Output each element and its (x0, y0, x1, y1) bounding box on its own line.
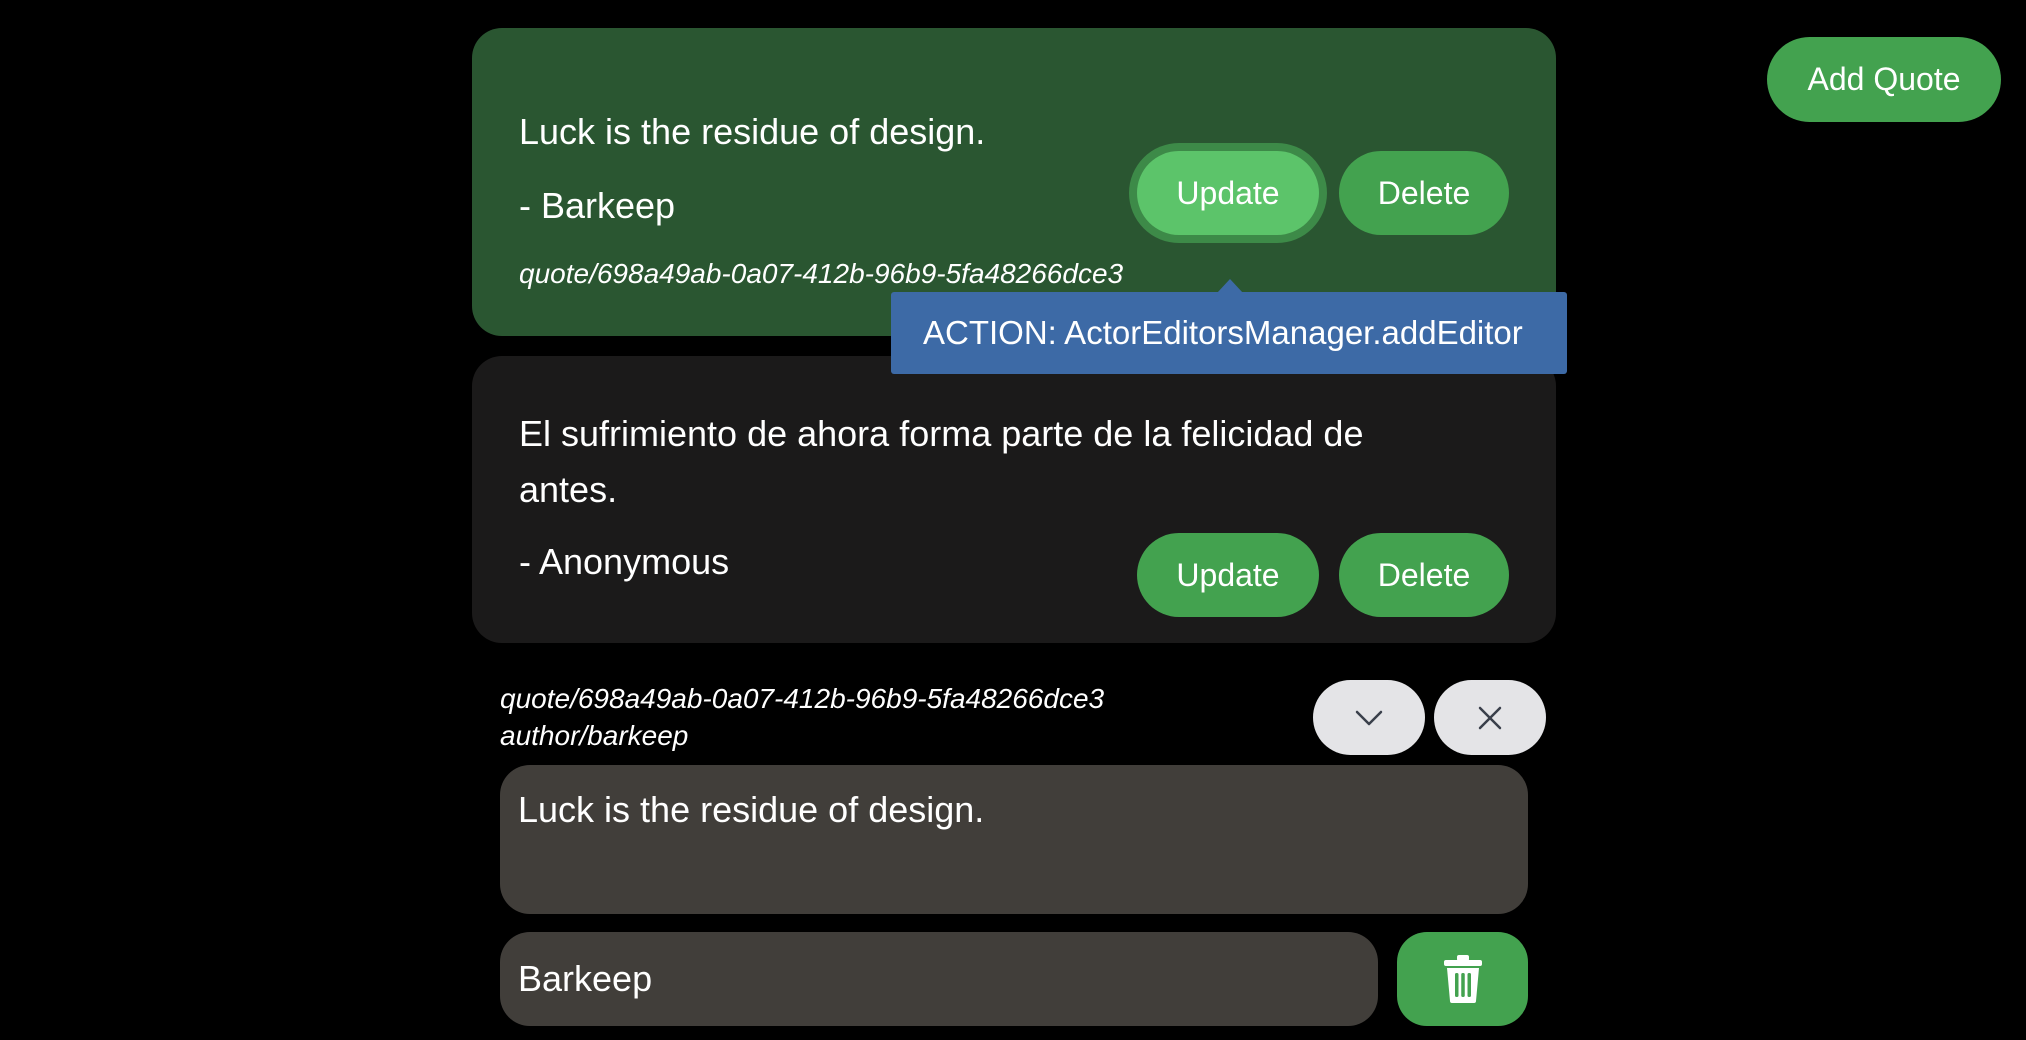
quote-card-selected[interactable]: Luck is the residue of design. - Barkeep… (472, 28, 1556, 336)
page: Add Quote Luck is the residue of design.… (0, 0, 2026, 1040)
close-button[interactable] (1434, 680, 1546, 755)
quote-id: quote/698a49ab-0a07-412b-96b9-5fa48266dc… (519, 258, 1124, 289)
quote-text: Luck is the residue of design. (519, 111, 986, 152)
quote-author: - Anonymous (519, 541, 730, 582)
quote-author: - Barkeep (519, 185, 676, 226)
tooltip-arrow (1217, 279, 1243, 293)
quote-card[interactable]: El sufrimiento de ahora forma parte de l… (472, 356, 1556, 643)
add-quote-button[interactable]: Add Quote (1767, 37, 2001, 122)
quote-text-input[interactable]: Luck is the residue of design. (500, 765, 1528, 914)
author-input[interactable]: Barkeep (500, 932, 1378, 1026)
collapse-button[interactable] (1313, 680, 1425, 755)
delete-button[interactable]: Delete (1339, 151, 1509, 235)
tooltip-text: ACTION: ActorEditorsManager.addEditor (923, 314, 1523, 351)
editor-meta: quote/698a49ab-0a07-412b-96b9-5fa48266dc… (500, 680, 1104, 754)
quote-text: El sufrimiento de ahora forma parte de l… (519, 413, 1364, 510)
editor-author-path: author/barkeep (500, 720, 689, 751)
quote-text-value: Luck is the residue of design. (518, 789, 985, 830)
trash-icon (1443, 955, 1482, 1003)
chevron-down-icon (1355, 710, 1383, 725)
delete-author-button[interactable] (1397, 932, 1528, 1026)
action-tooltip: ACTION: ActorEditorsManager.addEditor (891, 292, 1567, 374)
update-button[interactable]: Update (1137, 151, 1319, 235)
editor-quote-path: quote/698a49ab-0a07-412b-96b9-5fa48266dc… (500, 683, 1105, 714)
update-button[interactable]: Update (1137, 533, 1319, 617)
delete-button[interactable]: Delete (1339, 533, 1509, 617)
close-icon (1478, 706, 1502, 729)
author-value: Barkeep (518, 958, 653, 999)
